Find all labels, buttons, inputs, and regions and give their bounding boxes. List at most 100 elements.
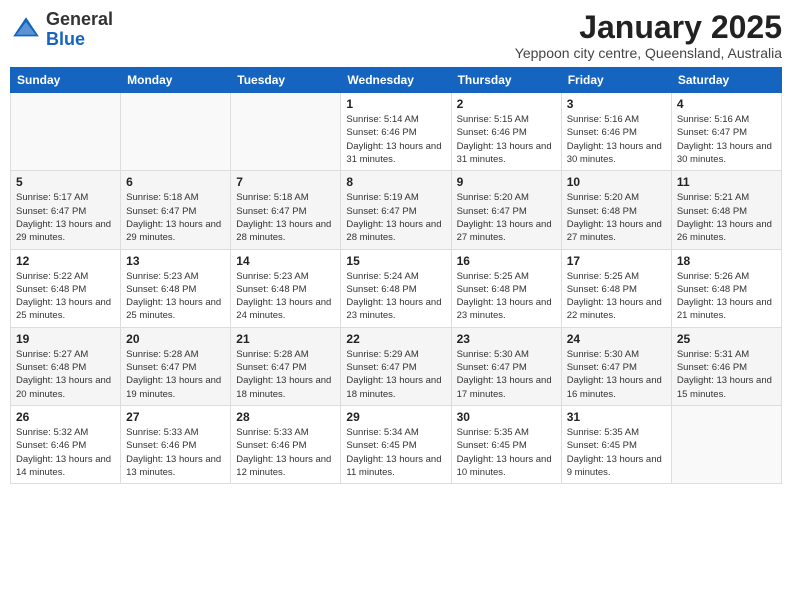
weekday-header: Thursday: [451, 68, 561, 93]
calendar-cell: 18 Sunrise: 5:26 AM Sunset: 6:48 PM Dayli…: [671, 249, 781, 327]
weekday-header: Friday: [561, 68, 671, 93]
day-info: Sunrise: 5:29 AM Sunset: 6:47 PM Dayligh…: [346, 348, 445, 401]
calendar-cell: 1Sunrise: 5:14 AM Sunset: 6:46 PM Daylig…: [341, 93, 451, 171]
day-info: Sunrise: 5:35 AM Sunset: 6:45 PM Dayligh…: [457, 426, 556, 479]
day-number: 26: [16, 410, 115, 424]
title-block: January 2025 Yeppoon city centre, Queens…: [515, 10, 782, 61]
day-info: Sunrise: 5:28 AM Sunset: 6:47 PM Dayligh…: [126, 348, 225, 401]
day-info: Sunrise: 5:27 AM Sunset: 6:48 PM Dayligh…: [16, 348, 115, 401]
day-number: 29: [346, 410, 445, 424]
day-info: Sunrise: 5:30 AM Sunset: 6:47 PM Dayligh…: [457, 348, 556, 401]
day-info: Sunrise: 5:30 AM Sunset: 6:47 PM Dayligh…: [567, 348, 666, 401]
day-info: Sunrise: 5:20 AM Sunset: 6:47 PM Dayligh…: [457, 191, 556, 244]
calendar-cell: 15Sunrise: 5:24 AM Sunset: 6:48 PM Dayli…: [341, 249, 451, 327]
calendar-cell: 16 Sunrise: 5:25 AM Sunset: 6:48 PM Dayli…: [451, 249, 561, 327]
day-info: Sunrise: 5:25 AM Sunset: 6:48 PM Dayligh…: [457, 270, 556, 323]
page-header: General Blue January 2025 Yeppoon city c…: [10, 10, 782, 61]
calendar-cell: 21 Sunrise: 5:28 AM Sunset: 6:47 PM Dayli…: [231, 327, 341, 405]
day-info: Sunrise: 5:33 AM Sunset: 6:46 PM Dayligh…: [236, 426, 335, 479]
calendar-cell: [11, 93, 121, 171]
weekday-header: Tuesday: [231, 68, 341, 93]
calendar-cell: 22 Sunrise: 5:29 AM Sunset: 6:47 PM Dayli…: [341, 327, 451, 405]
day-info: Sunrise: 5:28 AM Sunset: 6:47 PM Dayligh…: [236, 348, 335, 401]
day-number: 24: [567, 332, 666, 346]
day-number: 10: [567, 175, 666, 189]
calendar-cell: 26Sunrise: 5:32 AM Sunset: 6:46 PM Dayli…: [11, 405, 121, 483]
calendar-cell: [231, 93, 341, 171]
day-number: 8: [346, 175, 445, 189]
weekday-header-row: SundayMondayTuesdayWednesdayThursdayFrid…: [11, 68, 782, 93]
location: Yeppoon city centre, Queensland, Austral…: [515, 45, 782, 61]
day-info: Sunrise: 5:15 AM Sunset: 6:46 PM Dayligh…: [457, 113, 556, 166]
calendar-cell: [121, 93, 231, 171]
day-info: Sunrise: 5:31 AM Sunset: 6:46 PM Dayligh…: [677, 348, 776, 401]
day-number: 16: [457, 254, 556, 268]
logo-text: General Blue: [46, 10, 113, 50]
day-info: Sunrise: 5:20 AM Sunset: 6:48 PM Dayligh…: [567, 191, 666, 244]
day-info: Sunrise: 5:24 AM Sunset: 6:48 PM Dayligh…: [346, 270, 445, 323]
calendar-cell: [671, 405, 781, 483]
day-number: 27: [126, 410, 225, 424]
calendar-cell: 3 Sunrise: 5:16 AM Sunset: 6:46 PM Daylig…: [561, 93, 671, 171]
calendar-cell: 4 Sunrise: 5:16 AM Sunset: 6:47 PM Daylig…: [671, 93, 781, 171]
day-number: 19: [16, 332, 115, 346]
day-info: Sunrise: 5:18 AM Sunset: 6:47 PM Dayligh…: [236, 191, 335, 244]
day-info: Sunrise: 5:19 AM Sunset: 6:47 PM Dayligh…: [346, 191, 445, 244]
day-number: 18: [677, 254, 776, 268]
day-info: Sunrise: 5:26 AM Sunset: 6:48 PM Dayligh…: [677, 270, 776, 323]
day-number: 11: [677, 175, 776, 189]
day-info: Sunrise: 5:16 AM Sunset: 6:46 PM Dayligh…: [567, 113, 666, 166]
calendar-cell: 6 Sunrise: 5:18 AM Sunset: 6:47 PM Daylig…: [121, 171, 231, 249]
calendar-week-row: 5 Sunrise: 5:17 AM Sunset: 6:47 PM Daylig…: [11, 171, 782, 249]
calendar-cell: 27 Sunrise: 5:33 AM Sunset: 6:46 PM Dayli…: [121, 405, 231, 483]
weekday-header: Saturday: [671, 68, 781, 93]
calendar-cell: 31Sunrise: 5:35 AM Sunset: 6:45 PM Dayli…: [561, 405, 671, 483]
calendar-cell: 12Sunrise: 5:22 AM Sunset: 6:48 PM Dayli…: [11, 249, 121, 327]
day-number: 6: [126, 175, 225, 189]
calendar-cell: 20Sunrise: 5:28 AM Sunset: 6:47 PM Dayli…: [121, 327, 231, 405]
calendar-week-row: 1Sunrise: 5:14 AM Sunset: 6:46 PM Daylig…: [11, 93, 782, 171]
weekday-header: Wednesday: [341, 68, 451, 93]
calendar-week-row: 19 Sunrise: 5:27 AM Sunset: 6:48 PM Dayli…: [11, 327, 782, 405]
day-number: 4: [677, 97, 776, 111]
day-number: 21: [236, 332, 335, 346]
day-number: 7: [236, 175, 335, 189]
day-number: 9: [457, 175, 556, 189]
calendar-cell: 25 Sunrise: 5:31 AM Sunset: 6:46 PM Dayli…: [671, 327, 781, 405]
calendar-cell: 9 Sunrise: 5:20 AM Sunset: 6:47 PM Daylig…: [451, 171, 561, 249]
day-number: 23: [457, 332, 556, 346]
calendar-cell: 8 Sunrise: 5:19 AM Sunset: 6:47 PM Daylig…: [341, 171, 451, 249]
calendar-cell: 2Sunrise: 5:15 AM Sunset: 6:46 PM Daylig…: [451, 93, 561, 171]
logo-general: General: [46, 9, 113, 29]
day-number: 3: [567, 97, 666, 111]
day-number: 25: [677, 332, 776, 346]
calendar-week-row: 12Sunrise: 5:22 AM Sunset: 6:48 PM Dayli…: [11, 249, 782, 327]
day-info: Sunrise: 5:33 AM Sunset: 6:46 PM Dayligh…: [126, 426, 225, 479]
calendar: SundayMondayTuesdayWednesdayThursdayFrid…: [10, 67, 782, 484]
calendar-cell: 14Sunrise: 5:23 AM Sunset: 6:48 PM Dayli…: [231, 249, 341, 327]
day-info: Sunrise: 5:21 AM Sunset: 6:48 PM Dayligh…: [677, 191, 776, 244]
day-number: 17: [567, 254, 666, 268]
day-number: 5: [16, 175, 115, 189]
day-number: 31: [567, 410, 666, 424]
day-info: Sunrise: 5:25 AM Sunset: 6:48 PM Dayligh…: [567, 270, 666, 323]
calendar-week-row: 26Sunrise: 5:32 AM Sunset: 6:46 PM Dayli…: [11, 405, 782, 483]
day-number: 14: [236, 254, 335, 268]
day-info: Sunrise: 5:17 AM Sunset: 6:47 PM Dayligh…: [16, 191, 115, 244]
day-info: Sunrise: 5:16 AM Sunset: 6:47 PM Dayligh…: [677, 113, 776, 166]
calendar-cell: 5 Sunrise: 5:17 AM Sunset: 6:47 PM Daylig…: [11, 171, 121, 249]
day-number: 22: [346, 332, 445, 346]
day-info: Sunrise: 5:18 AM Sunset: 6:47 PM Dayligh…: [126, 191, 225, 244]
calendar-cell: 29 Sunrise: 5:34 AM Sunset: 6:45 PM Dayli…: [341, 405, 451, 483]
calendar-cell: 23 Sunrise: 5:30 AM Sunset: 6:47 PM Dayli…: [451, 327, 561, 405]
logo-blue: Blue: [46, 29, 85, 49]
calendar-cell: 19 Sunrise: 5:27 AM Sunset: 6:48 PM Dayli…: [11, 327, 121, 405]
logo: General Blue: [10, 10, 113, 50]
day-number: 13: [126, 254, 225, 268]
day-number: 30: [457, 410, 556, 424]
calendar-cell: 17 Sunrise: 5:25 AM Sunset: 6:48 PM Dayli…: [561, 249, 671, 327]
day-number: 1: [346, 97, 445, 111]
day-info: Sunrise: 5:23 AM Sunset: 6:48 PM Dayligh…: [126, 270, 225, 323]
logo-icon: [10, 14, 42, 46]
day-info: Sunrise: 5:34 AM Sunset: 6:45 PM Dayligh…: [346, 426, 445, 479]
